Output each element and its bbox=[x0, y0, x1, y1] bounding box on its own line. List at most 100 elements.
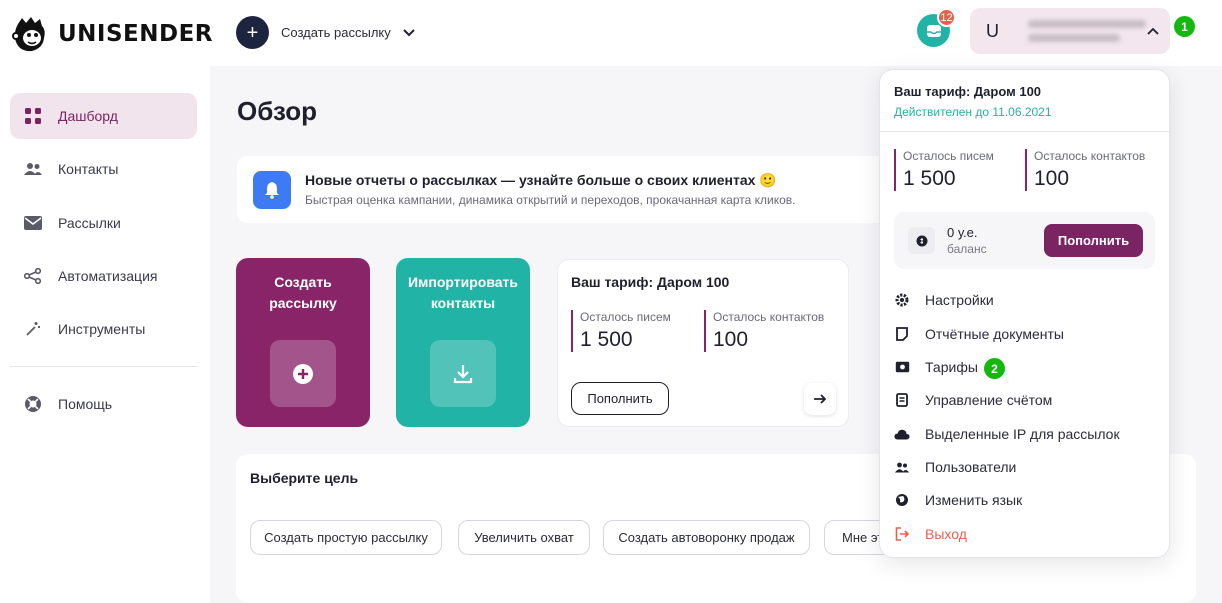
step-1-badge: 1 bbox=[1174, 16, 1195, 37]
chevron-down-icon bbox=[403, 28, 415, 36]
dropdown-contacts-value: 100 bbox=[1034, 167, 1070, 190]
chevron-up-icon bbox=[1147, 27, 1159, 35]
import-tile-download-box bbox=[430, 340, 496, 407]
create-campaign-dropdown[interactable]: + Создать рассылку bbox=[236, 16, 415, 49]
sidebar-item-contacts[interactable]: Контакты bbox=[10, 146, 197, 192]
balance-label: баланс bbox=[947, 242, 987, 256]
plus-icon[interactable]: + bbox=[236, 16, 269, 49]
sidebar-item-dashboard[interactable]: Дашборд bbox=[10, 93, 197, 139]
menu-item-settings[interactable]: Настройки bbox=[894, 286, 1156, 314]
menu-item-label: Изменить язык bbox=[925, 492, 1023, 508]
inbox-icon bbox=[926, 24, 941, 37]
menu-item-label: Выход bbox=[925, 526, 967, 542]
sidebar-item-help[interactable]: Помощь bbox=[10, 381, 197, 427]
goal-simple-campaign-button[interactable]: Создать простую рассылку bbox=[250, 520, 442, 555]
menu-item-label: Управление счётом bbox=[925, 392, 1053, 408]
create-campaign-label: Создать рассылку bbox=[281, 25, 391, 40]
gear-icon bbox=[894, 292, 910, 308]
document-icon bbox=[894, 326, 910, 342]
plus-circle-icon bbox=[293, 363, 313, 384]
scrollbar-track[interactable] bbox=[1197, 66, 1222, 603]
tariff-title: Ваш тариф: Даром 100 bbox=[571, 274, 730, 290]
sidebar-item-label: Контакты bbox=[58, 161, 119, 177]
sidebar-item-label: Дашборд bbox=[58, 108, 118, 124]
lifebuoy-icon bbox=[24, 395, 42, 413]
contacts-left-label: Осталось контактов bbox=[713, 310, 825, 324]
dropdown-contacts-label: Осталось контактов bbox=[1034, 149, 1146, 163]
sidebar-item-tools[interactable]: Инструменты bbox=[10, 306, 197, 352]
sidebar-item-label: Автоматизация bbox=[58, 268, 158, 284]
create-campaign-tile[interactable]: Создать рассылку bbox=[236, 258, 370, 427]
sidebar-item-label: Рассылки bbox=[58, 215, 121, 231]
contacts-left-stat: Осталось контактов 100 bbox=[704, 310, 824, 352]
menu-item-tariffs[interactable]: Тарифы bbox=[894, 353, 1156, 381]
dropdown-letters-value: 1 500 bbox=[903, 167, 956, 190]
mail-icon bbox=[24, 214, 42, 232]
dropdown-topup-button[interactable]: Пополнить bbox=[1044, 224, 1143, 257]
globe-icon bbox=[894, 492, 910, 508]
tariff-card: Ваш тариф: Даром 100 Осталось писем 1 50… bbox=[557, 259, 849, 427]
banner-title: Новые отчеты о рассылках — узнайте больш… bbox=[305, 172, 777, 188]
goal-title: Выберите цель bbox=[250, 470, 359, 486]
tariff-next-button[interactable] bbox=[804, 383, 836, 415]
letters-left-value: 1 500 bbox=[580, 328, 633, 351]
magic-wand-icon bbox=[24, 320, 42, 338]
balance-box: 0 у.е. баланс Пополнить bbox=[894, 212, 1155, 269]
menu-item-documents[interactable]: Отчётные документы bbox=[894, 320, 1156, 348]
menu-item-logout[interactable]: Выход bbox=[894, 520, 1156, 548]
dropdown-letters-label: Осталось писем bbox=[903, 149, 994, 163]
account-dropdown-menu: Ваш тариф: Даром 100 Действителен до 11.… bbox=[879, 69, 1170, 558]
share-nodes-icon bbox=[24, 267, 42, 285]
grid-icon bbox=[24, 107, 42, 125]
page-title: Обзор bbox=[237, 96, 317, 126]
menu-item-users[interactable]: Пользователи bbox=[894, 453, 1156, 481]
blurred-user-info bbox=[1028, 20, 1146, 42]
sidebar-item-campaigns[interactable]: Рассылки bbox=[10, 200, 197, 246]
menu-item-dedicated-ip[interactable]: Выделенные IP для рассылок bbox=[894, 420, 1156, 448]
dropdown-letters-stat: Осталось писем 1 500 bbox=[894, 149, 994, 191]
notifications-count-badge: 12 bbox=[937, 8, 956, 27]
bell-icon bbox=[253, 170, 291, 209]
monkey-logo-icon bbox=[12, 17, 45, 52]
user-menu-button[interactable]: U bbox=[970, 8, 1170, 54]
dropdown-tariff-title: Ваш тариф: Даром 100 bbox=[894, 84, 1042, 99]
menu-item-label: Тарифы bbox=[925, 359, 978, 375]
sidebar-divider bbox=[10, 366, 197, 367]
cloud-icon bbox=[894, 426, 910, 442]
banner-subtitle: Быстрая оценка кампании, динамика открыт… bbox=[305, 193, 796, 207]
goal-sales-funnel-button[interactable]: Создать автоворонку продаж bbox=[603, 520, 810, 555]
arrow-right-icon bbox=[814, 394, 827, 404]
step-2-badge: 2 bbox=[984, 358, 1005, 379]
users-icon bbox=[24, 160, 42, 178]
letters-left-stat: Осталось писем 1 500 bbox=[571, 310, 671, 352]
menu-item-label: Выделенные IP для рассылок bbox=[925, 426, 1120, 442]
tariff-valid-until: Действителен до 11.06.2021 bbox=[894, 105, 1052, 119]
logo[interactable]: UNISENDER bbox=[10, 14, 213, 54]
contacts-left-value: 100 bbox=[713, 328, 749, 351]
money-icon bbox=[894, 359, 910, 375]
menu-item-account-management[interactable]: Управление счётом bbox=[894, 386, 1156, 414]
sidebar-item-automation[interactable]: Автоматизация bbox=[10, 253, 197, 299]
import-contacts-tile-label: Импортировать контакты bbox=[407, 274, 519, 311]
create-campaign-tile-label: Создать рассылку bbox=[269, 274, 337, 311]
logo-text: UNISENDER bbox=[58, 21, 214, 47]
letters-left-label: Осталось писем bbox=[580, 310, 671, 324]
reports-banner[interactable]: Новые отчеты о рассылках — узнайте больш… bbox=[237, 156, 937, 223]
goal-increase-reach-button[interactable]: Увеличить охват bbox=[458, 520, 590, 555]
avatar: U bbox=[986, 20, 999, 41]
menu-item-change-language[interactable]: Изменить язык bbox=[894, 486, 1156, 514]
sidebar: Дашборд Контакты Рассылки Автоматизация … bbox=[0, 66, 210, 603]
create-tile-plus-box bbox=[270, 340, 336, 407]
import-contacts-tile[interactable]: Импортировать контакты bbox=[396, 258, 530, 427]
topup-button[interactable]: Пополнить bbox=[571, 382, 669, 415]
menu-item-label: Пользователи bbox=[925, 459, 1017, 475]
invoice-icon bbox=[894, 392, 910, 408]
sidebar-item-label: Помощь bbox=[58, 396, 113, 412]
sidebar-item-label: Инструменты bbox=[58, 321, 146, 337]
dropdown-contacts-stat: Осталось контактов 100 bbox=[1025, 149, 1145, 191]
logout-icon bbox=[894, 526, 910, 542]
top-bar: UNISENDER + Создать рассылку 12 U 1 bbox=[0, 0, 1222, 66]
divider bbox=[880, 131, 1169, 132]
balance-amount: 0 у.е. bbox=[947, 225, 978, 240]
download-icon bbox=[453, 364, 473, 383]
